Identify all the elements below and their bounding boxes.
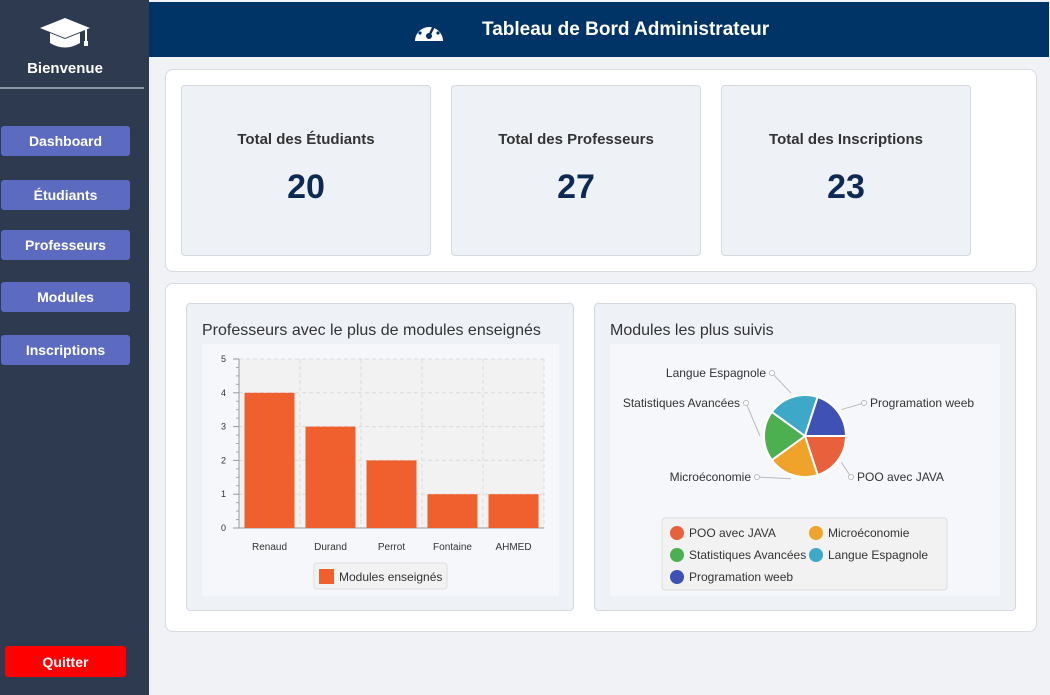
bar — [427, 494, 478, 528]
y-tick-label: 2 — [221, 455, 226, 465]
bar — [305, 426, 356, 528]
pie-legend: POO avec JAVA Microéconomie Statistiques A… — [661, 517, 948, 591]
x-tick-label: AHMED — [495, 542, 531, 553]
legend-swatch — [809, 548, 823, 562]
page-title: Tableau de Bord Administrateur — [482, 19, 770, 40]
x-tick-label: Durand — [314, 542, 347, 553]
bar — [488, 494, 539, 528]
y-tick-label: 4 — [221, 388, 226, 398]
legend-swatch — [319, 569, 334, 584]
x-tick-label: Renaud — [252, 542, 287, 553]
pie-leader-dot — [754, 474, 760, 480]
welcome-label: Bienvenue — [27, 60, 103, 77]
legend-label: Statistiques Avancées — [689, 548, 806, 562]
legend-swatch — [670, 570, 684, 584]
stat-card-inscriptions: Total des Inscriptions 23 — [721, 85, 971, 256]
legend-label: Programation weeb — [689, 570, 793, 584]
legend-swatch — [670, 548, 684, 562]
bar-chart-title: Professeurs avec le plus de modules ense… — [202, 322, 541, 339]
sidebar-divider — [0, 87, 144, 89]
pie-leader-dot — [743, 400, 749, 406]
pie-label: Programation weeb — [870, 396, 974, 410]
pie-leader-dot — [861, 400, 867, 406]
bar-legend: Modules enseignés — [313, 562, 448, 590]
sidebar-item-inscriptions[interactable]: Inscriptions — [1, 335, 130, 365]
pie-leader-line — [745, 402, 761, 437]
pie-chart-area: POO avec JAVA Microéconomie Statistiques A… — [610, 344, 1000, 596]
y-tick-label: 3 — [221, 422, 226, 432]
stat-value: 20 — [287, 168, 325, 206]
bar — [244, 392, 295, 528]
pie-leader-line — [841, 402, 865, 411]
gauge-icon — [415, 21, 443, 41]
stat-card-etudiants: Total des Étudiants 20 — [181, 85, 431, 256]
sidebar-item-etudiants[interactable]: Étudiants — [1, 180, 130, 210]
stat-label: Total des Inscriptions — [769, 131, 923, 148]
pie-leader-line — [771, 372, 792, 394]
pie-label: Microéconomie — [670, 470, 752, 484]
header: Tableau de Bord Administrateur — [149, 2, 1049, 57]
pie-leader-dot — [769, 370, 775, 376]
stat-card-professeurs: Total des Professeurs 27 — [451, 85, 701, 256]
pie-chart-title: Modules les plus suivis — [610, 322, 774, 339]
bar-chart-card: Professeurs avec le plus de modules ense… — [186, 303, 574, 611]
pie-leader-dot — [848, 474, 854, 480]
pie-chart-card: Modules les plus suivis POO avec JAVA Mic… — [594, 303, 1016, 611]
stat-value: 23 — [827, 168, 865, 206]
sidebar: Bienvenue Dashboard Étudiants Professeur… — [0, 0, 149, 695]
legend-label: Langue Espagnole — [828, 548, 928, 562]
x-tick-label: Fontaine — [433, 542, 472, 553]
y-tick-label: 1 — [221, 489, 226, 499]
legend-swatch — [809, 526, 823, 540]
stat-label: Total des Étudiants — [237, 131, 375, 148]
pie-label: Langue Espagnole — [666, 366, 766, 380]
pie-leader-line — [756, 476, 792, 480]
y-tick-label: 5 — [221, 354, 226, 364]
quit-button[interactable]: Quitter — [5, 646, 126, 677]
sidebar-item-dashboard[interactable]: Dashboard — [1, 126, 130, 156]
pie-chart: POO avec JAVA Microéconomie Statistiques A… — [623, 366, 974, 591]
pie-label: Statistiques Avancées — [623, 396, 740, 410]
legend-label: Modules enseignés — [339, 570, 442, 584]
x-tick-label: Perrot — [378, 542, 405, 553]
sidebar-item-professeurs[interactable]: Professeurs — [1, 230, 130, 260]
legend-label: Microéconomie — [828, 526, 910, 540]
legend-swatch — [670, 526, 684, 540]
stat-value: 27 — [557, 168, 595, 206]
pie-label: POO avec JAVA — [857, 470, 944, 484]
graduation-cap-icon — [40, 18, 90, 48]
bar — [366, 460, 417, 528]
legend-label: POO avec JAVA — [689, 526, 776, 540]
y-tick-label: 0 — [221, 523, 226, 533]
bar-chart-area: 0 1 2 3 4 5 Renaud Durand Perrot Fontaine AHMED Mod… — [202, 344, 559, 596]
bar-chart: 0 1 2 3 4 5 Renaud Durand Perrot Fontaine AHMED Mod… — [221, 354, 545, 590]
sidebar-item-modules[interactable]: Modules — [1, 282, 130, 312]
stat-label: Total des Professeurs — [498, 131, 654, 148]
